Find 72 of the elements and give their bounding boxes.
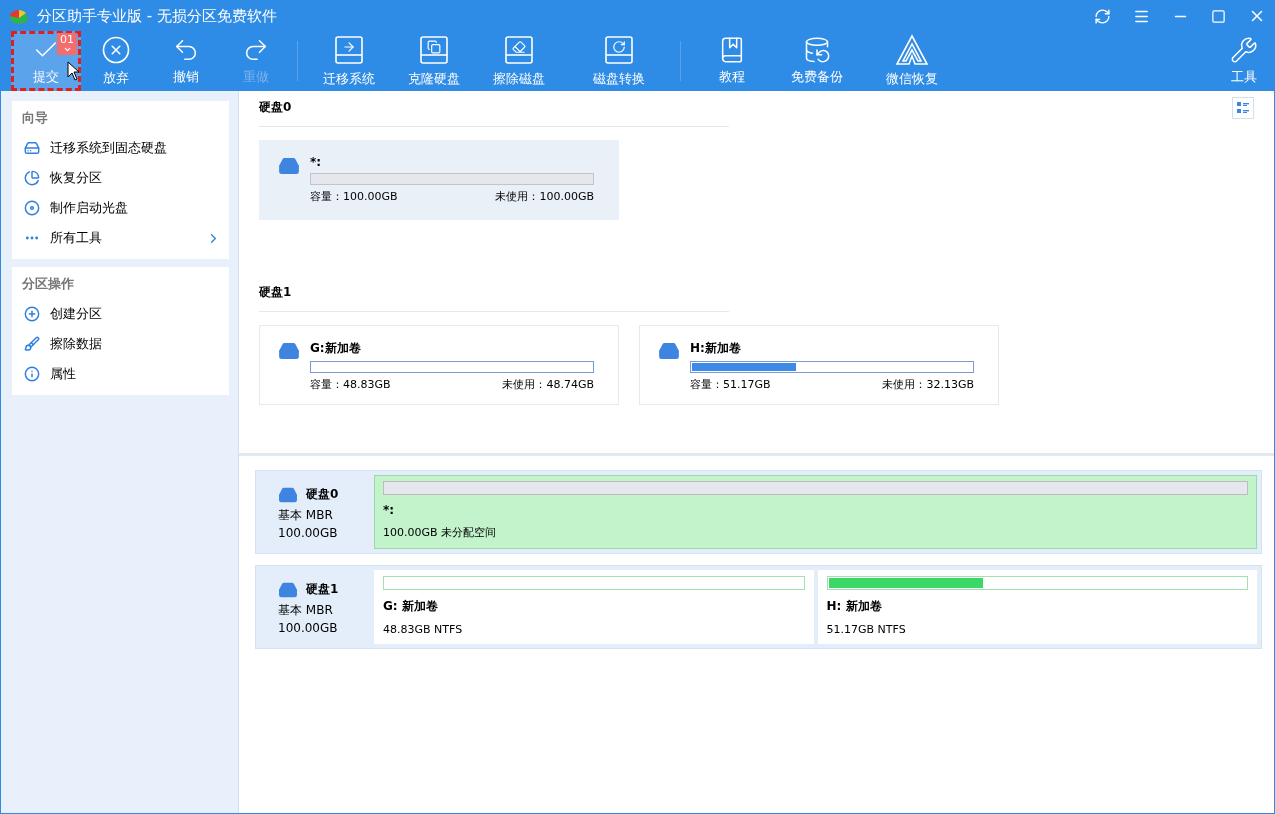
capacity-text: 容量：51.17GB: [690, 377, 771, 392]
toolbar-button[interactable]: 放弃: [81, 31, 151, 91]
hard-drive-icon: [278, 155, 300, 177]
toolbar-button[interactable]: 撤销: [151, 31, 221, 91]
partition-info: 100.00GB 未分配空间: [383, 525, 498, 540]
section-title: 分区操作: [21, 275, 75, 293]
hard-drive-icon: [658, 340, 680, 362]
partition-label: G: 新加卷: [383, 598, 439, 615]
list-view-icon: [1236, 101, 1250, 115]
disk-size: 100.00GB: [278, 620, 339, 635]
disk-size: 100.00GB: [278, 525, 339, 540]
sidebar-item[interactable]: 恢复分区: [12, 163, 229, 193]
view-toggle-button[interactable]: [1232, 97, 1254, 119]
toolbar-button[interactable]: 克隆硬盘: [394, 31, 474, 91]
app-logo-icon: [9, 7, 29, 25]
partition-block[interactable]: H: 新加卷 51.17GB NTFS: [817, 570, 1257, 644]
drive-copy-icon: [418, 34, 450, 66]
sidebar-item[interactable]: 属性: [12, 359, 229, 389]
section-title: 向导: [21, 109, 49, 127]
disk-name: 硬盘0: [306, 486, 339, 503]
drive-rotate-icon: [603, 34, 635, 66]
triangle-logo-icon: [895, 34, 929, 66]
partition-info: 51.17GB NTFS: [826, 623, 907, 636]
partition-card[interactable]: H:新加卷 容量：51.17GB 未使用：32.13GB: [639, 325, 999, 405]
toolbar-button[interactable]: 磁盘转换: [564, 31, 674, 91]
capacity-text: 容量：48.83GB: [310, 377, 391, 392]
window-title: 分区助手专业版 - 无损分区免费软件: [37, 6, 278, 26]
partition-label: *:: [310, 155, 323, 169]
toolbar-button[interactable]: 免费备份: [777, 31, 857, 91]
partition-block[interactable]: G: 新加卷 48.83GB NTFS: [374, 570, 814, 644]
brush-icon: [24, 336, 40, 352]
toolbar-button[interactable]: 迁移系统: [304, 31, 394, 91]
circle-x-icon: [101, 35, 131, 65]
partition-card[interactable]: G:新加卷 容量：48.83GB 未使用：48.74GB: [259, 325, 619, 405]
sidebar-item[interactable]: 创建分区: [12, 299, 229, 329]
refresh-icon[interactable]: [1094, 7, 1111, 25]
count-badge: 01: [57, 33, 77, 55]
plus-circle-icon: [24, 306, 40, 322]
partition-card[interactable]: *: 容量：100.00GB 未使用：100.00GB: [259, 140, 619, 220]
tools-button[interactable]: 工具: [1214, 31, 1274, 91]
disk-type: 基本 MBR: [278, 506, 334, 524]
partition-label: H: 新加卷: [826, 598, 883, 615]
toolbar-button[interactable]: 教程: [687, 31, 777, 91]
maximize-icon[interactable]: [1211, 8, 1226, 24]
free-space-text: 未使用：32.13GB: [882, 377, 974, 392]
disk-heading: 硬盘1: [259, 285, 292, 299]
partition-label: H:新加卷: [690, 340, 742, 357]
info-icon: [24, 366, 40, 382]
partition-info: 48.83GB NTFS: [383, 623, 464, 636]
sidebar-item[interactable]: 迁移系统到固态硬盘: [12, 133, 229, 163]
database-backup-icon: [803, 36, 831, 64]
disk-name: 硬盘1: [306, 581, 339, 598]
free-space-text: 未使用：48.74GB: [502, 377, 594, 392]
partition-block[interactable]: *: 100.00GB 未分配空间: [374, 475, 1257, 549]
toolbar-button[interactable]: 擦除磁盘: [474, 31, 564, 91]
toolbar-button[interactable]: 微信恢复: [857, 31, 967, 91]
sidebar-item[interactable]: 所有工具: [12, 223, 229, 253]
wrench-icon: [1230, 36, 1258, 64]
sidebar-item[interactable]: 擦除数据: [12, 329, 229, 359]
pie-chart-icon: [24, 170, 40, 186]
disc-icon: [24, 200, 40, 216]
partition-label: *:: [383, 503, 396, 517]
disk-heading: 硬盘0: [259, 100, 292, 114]
hard-drive-icon: [24, 140, 40, 156]
disk-type: 基本 MBR: [278, 601, 334, 619]
sidebar-item[interactable]: 制作启动光盘: [12, 193, 229, 223]
hard-drive-icon: [278, 340, 300, 362]
drive-eraser-icon: [503, 34, 535, 66]
cursor-icon: [67, 61, 81, 81]
free-space-text: 未使用：100.00GB: [495, 189, 594, 204]
capacity-text: 容量：100.00GB: [310, 189, 398, 204]
partition-label: G:新加卷: [310, 340, 362, 357]
